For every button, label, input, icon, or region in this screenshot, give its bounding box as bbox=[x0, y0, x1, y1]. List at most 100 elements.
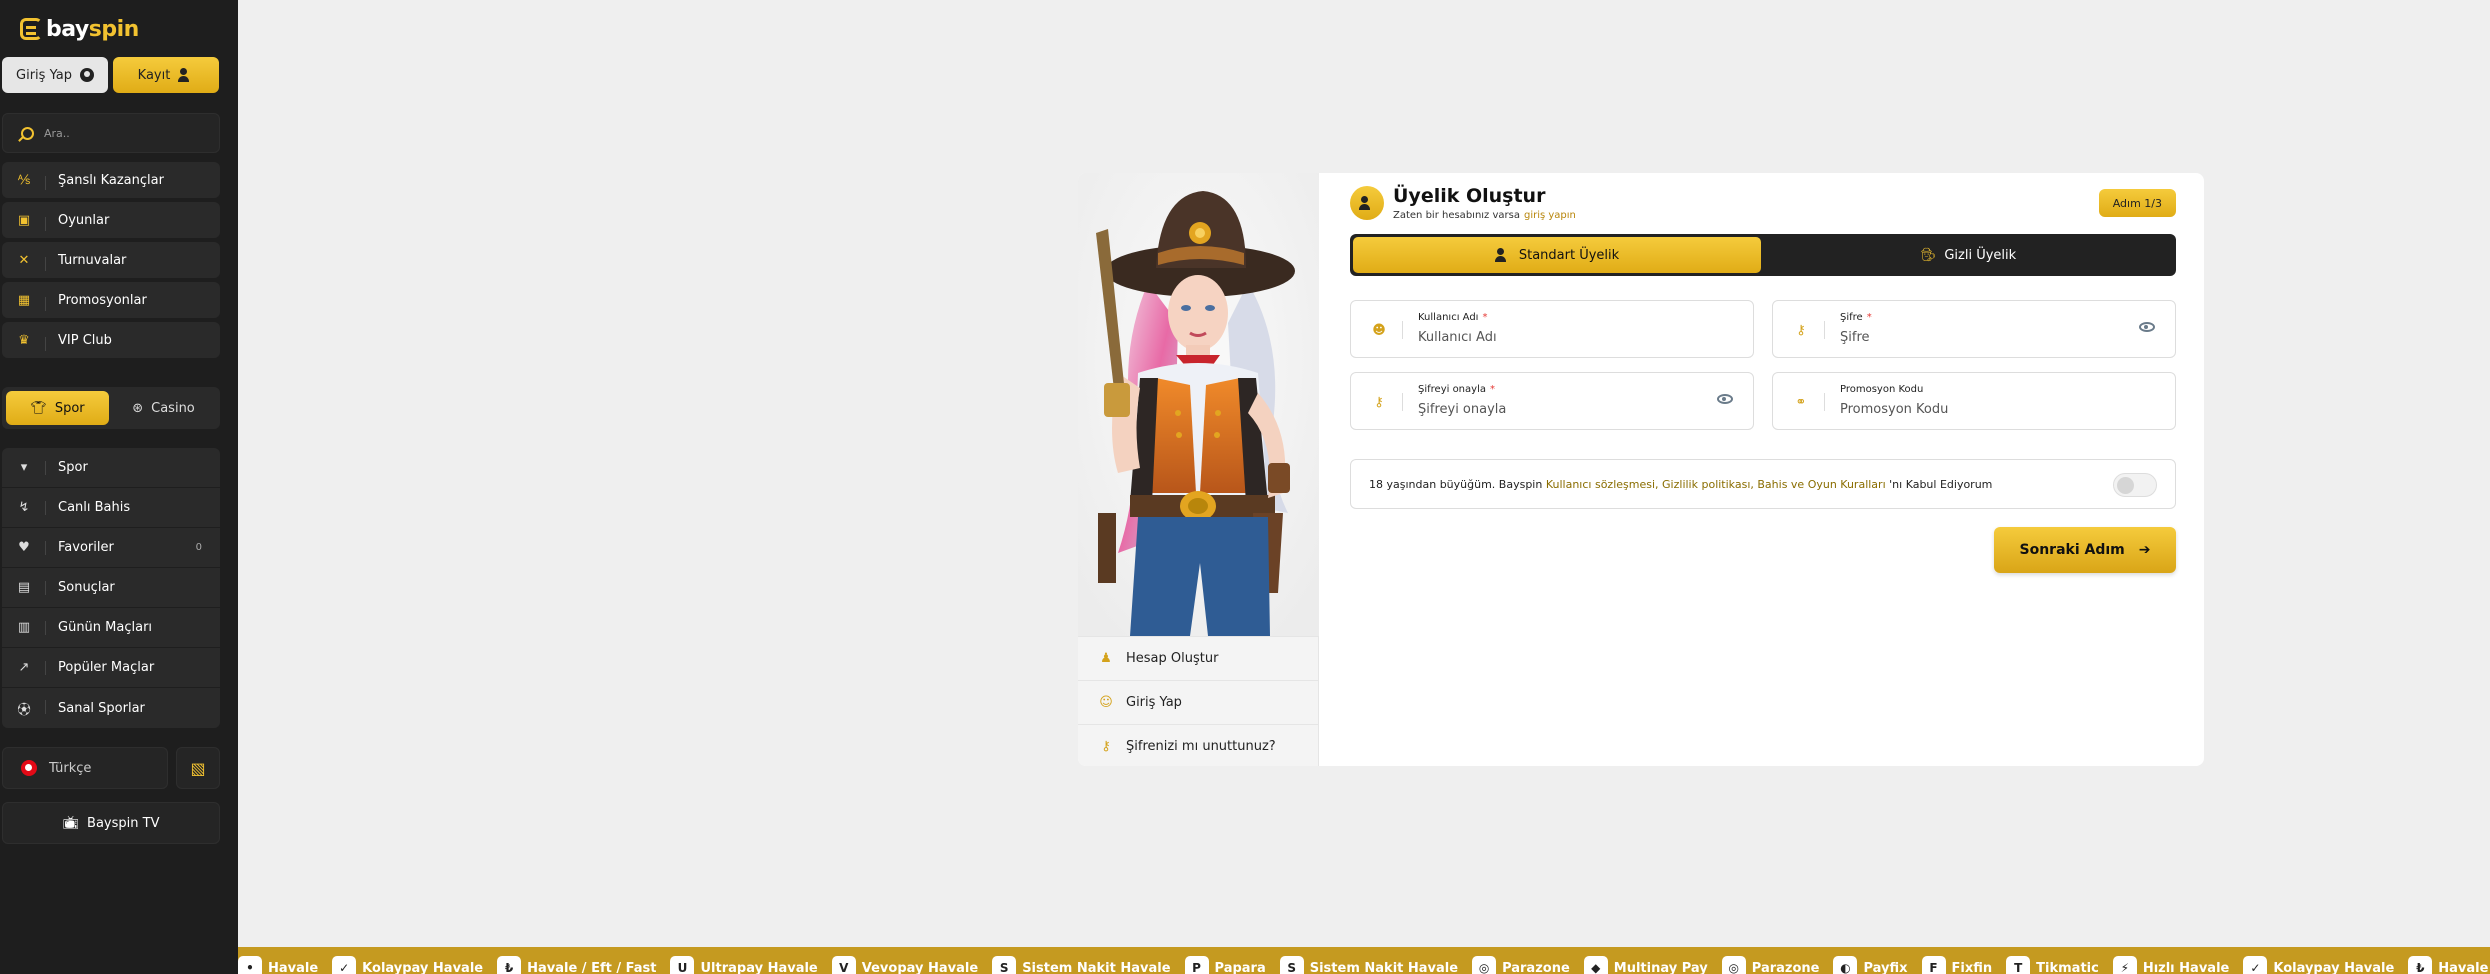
confirm-password-field: ⚷ Şifreyi onayla * bbox=[1350, 372, 1754, 430]
eye-icon[interactable] bbox=[2139, 322, 2155, 332]
tab-hidden-membership[interactable]: 🕵︎ Gizli Üyelik bbox=[1764, 237, 2172, 273]
step-badge: Adım 1/3 bbox=[2098, 189, 2176, 217]
side-link-forgot-password[interactable]: ⚷ Şifrenizi mı unuttunuz? bbox=[1078, 724, 1319, 766]
payment-method-label: Multinay Pay bbox=[1613, 960, 1708, 974]
menu-item-promotions[interactable]: ▦ Promosyonlar bbox=[2, 282, 220, 318]
payment-method-icon: V bbox=[831, 956, 856, 974]
user-icon: ☺ bbox=[1099, 695, 1113, 710]
side-link-create-account[interactable]: ♟ Hesap Oluştur bbox=[1078, 636, 1319, 680]
betting-rules-link[interactable]: Bahis ve Oyun Kuralları bbox=[1757, 478, 1885, 491]
user-circle-icon: ☻ bbox=[1372, 322, 1386, 338]
terms-prefix: 18 yaşından büyüğüm. Bayspin bbox=[1369, 477, 1543, 491]
promo-code-label: Promosyon Kodu bbox=[1840, 384, 1924, 395]
incognito-icon: 🕵︎ bbox=[1919, 247, 1937, 263]
sport-item-sport[interactable]: ▾ Spor bbox=[2, 448, 220, 488]
ticker-item: ◎ Parazone bbox=[1721, 956, 1820, 974]
menu-item-label: Oyunlar bbox=[58, 212, 110, 228]
next-step-label: Sonraki Adım bbox=[2019, 542, 2125, 558]
sport-item-popular-matches[interactable]: ↗ Popüler Maçlar bbox=[2, 648, 220, 688]
next-step-button[interactable]: Sonraki Adım ➔ bbox=[1994, 527, 2176, 573]
promo-code-input[interactable] bbox=[1840, 402, 2120, 417]
payment-method-label: Sistem Nakit Havale bbox=[1022, 960, 1171, 974]
search-input[interactable] bbox=[44, 126, 214, 140]
password-input[interactable] bbox=[1840, 330, 2120, 345]
user-plus-icon bbox=[1494, 248, 1511, 262]
menu-item-games[interactable]: ▣ Oyunlar bbox=[2, 202, 220, 238]
eye-icon[interactable] bbox=[1717, 394, 1733, 404]
heart-icon: ♥ bbox=[2, 540, 46, 555]
ticker-track: • Havale ✓ Kolaypay Havale ₺ Havale / Eft / F… bbox=[238, 956, 2490, 974]
logo-icon bbox=[20, 18, 42, 40]
register-label: Kayıt bbox=[137, 67, 171, 83]
user-icon bbox=[79, 68, 94, 82]
username-input[interactable] bbox=[1418, 330, 1698, 345]
sport-item-todays-matches[interactable]: ▥ Günün Maçları bbox=[2, 608, 220, 648]
confirm-password-label: Şifreyi onayla * bbox=[1418, 384, 1495, 395]
search-box bbox=[2, 113, 220, 153]
payment-method-label: Parazone bbox=[1751, 960, 1820, 974]
key-icon: ⚷ bbox=[1796, 322, 1806, 338]
sport-item-virtual-sports[interactable]: ⚽︎ Sanal Sporlar bbox=[2, 688, 220, 728]
sport-item-label: Spor bbox=[58, 460, 88, 475]
menu-item-label: Turnuvalar bbox=[58, 252, 127, 268]
login-label: Giriş Yap bbox=[16, 67, 72, 83]
ticker-item: T Tikmatic bbox=[2006, 956, 2099, 974]
user-plus-icon bbox=[178, 68, 194, 82]
brand-logo[interactable]: bayspin bbox=[20, 16, 139, 42]
tab-standard-membership[interactable]: Standart Üyelik bbox=[1353, 237, 1761, 273]
payment-method-icon: ⚡ bbox=[2112, 956, 2137, 974]
payment-method-icon: F bbox=[1921, 956, 1946, 974]
menu-item-label: VIP Club bbox=[58, 332, 112, 348]
menu-item-lucky-wins[interactable]: ⅍ Şanslı Kazançlar bbox=[2, 162, 220, 198]
login-button[interactable]: Giriş Yap bbox=[2, 57, 108, 93]
payment-method-icon: T bbox=[2006, 956, 2031, 974]
payment-method-label: Kolaypay Havale bbox=[362, 960, 484, 974]
sport-toggle-button[interactable]: 👕︎ Spor bbox=[6, 391, 109, 425]
sport-menu: ▾ Spor ↯ Canlı Bahis ♥ Favoriler 0 ▤ Son… bbox=[2, 448, 220, 728]
payment-method-icon: ◆ bbox=[1583, 956, 1608, 974]
payment-method-label: Havale / Eft / Fast bbox=[2438, 960, 2490, 974]
terms-accept-toggle[interactable] bbox=[2113, 473, 2157, 497]
ticker-item: ◆ Multinay Pay bbox=[1583, 956, 1708, 974]
privacy-policy-link[interactable]: Gizlilik politikası, bbox=[1662, 478, 1754, 491]
payment-method-label: Sistem Nakit Havale bbox=[1309, 960, 1459, 974]
games-icon: ▣ bbox=[2, 213, 46, 231]
ticker-item: ✓ Kolaypay Havale bbox=[2243, 956, 2394, 974]
bayspin-tv-button[interactable]: 📺︎ Bayspin TV bbox=[2, 802, 220, 844]
sport-item-label: Sonuçlar bbox=[58, 580, 115, 595]
user-agreement-link[interactable]: Kullanıcı sözleşmesi, bbox=[1546, 478, 1659, 491]
language-selector[interactable]: Türkçe bbox=[2, 747, 168, 789]
menu-item-tournaments[interactable]: ✕ Turnuvalar bbox=[2, 242, 220, 278]
register-button[interactable]: Kayıt bbox=[113, 57, 219, 93]
payment-method-icon: P bbox=[1184, 956, 1209, 974]
registration-form: Üyelik Oluştur Zaten bir hesabınız varsa… bbox=[1350, 173, 2176, 766]
ticker-item: V Vevopay Havale bbox=[831, 956, 979, 974]
payment-method-icon: ✓ bbox=[2243, 956, 2268, 974]
tab-label: Gizli Üyelik bbox=[1944, 247, 2017, 263]
sport-item-results[interactable]: ▤ Sonuçlar bbox=[2, 568, 220, 608]
calendar-icon: ▥ bbox=[2, 620, 46, 635]
sport-item-label: Favoriler bbox=[58, 540, 114, 555]
payment-method-icon: ✓ bbox=[332, 956, 357, 974]
tournament-icon: ✕ bbox=[2, 253, 46, 271]
login-link[interactable]: giriş yapın bbox=[1524, 210, 1576, 221]
odds-format-button[interactable]: ▧ bbox=[176, 747, 220, 789]
ticker-item: ₺ Havale / Eft / Fast bbox=[2408, 956, 2490, 974]
sport-casino-toggle: 👕︎ Spor ⊛ Casino bbox=[2, 387, 220, 429]
side-link-login[interactable]: ☺ Giriş Yap bbox=[1078, 680, 1319, 724]
ticker-item: F Fixfin bbox=[1921, 956, 1992, 974]
ticker-item: S Sistem Nakit Havale bbox=[1279, 956, 1459, 974]
ticker-item: ✓ Kolaypay Havale bbox=[332, 956, 483, 974]
password-label: Şifre * bbox=[1840, 312, 1872, 323]
coupon-icon: ⚭ bbox=[1795, 394, 1807, 410]
ticker-item: S Sistem Nakit Havale bbox=[992, 956, 1171, 974]
casino-toggle-button[interactable]: ⊛ Casino bbox=[112, 391, 215, 425]
sport-item-live-betting[interactable]: ↯ Canlı Bahis bbox=[2, 488, 220, 528]
confirm-password-input[interactable] bbox=[1418, 402, 1698, 417]
turkey-flag-icon bbox=[21, 760, 37, 776]
sport-item-favorites[interactable]: ♥ Favoriler 0 bbox=[2, 528, 220, 568]
login-hint-text: Zaten bir hesabınız varsa bbox=[1393, 210, 1520, 221]
menu-item-vip-club[interactable]: ♛ VIP Club bbox=[2, 322, 220, 358]
payment-method-label: Vevopay Havale bbox=[861, 960, 979, 974]
terms-suffix: 'nı Kabul Ediyorum bbox=[1889, 477, 1993, 491]
